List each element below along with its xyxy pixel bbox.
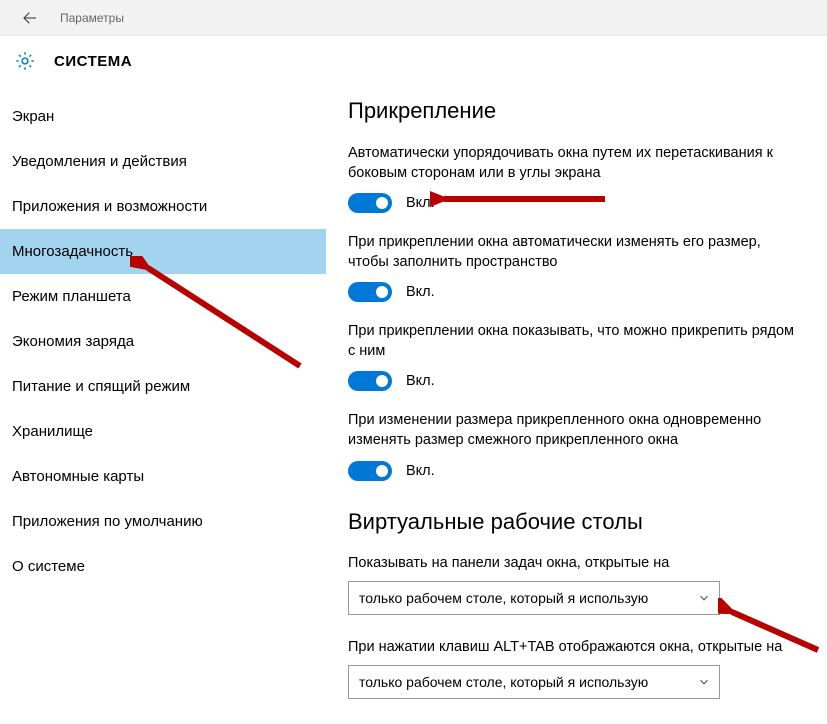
dropdown-taskbar-windows: Показывать на панели задач окна, открыты… [348, 555, 803, 615]
setting-snap-arrange: Автоматически упорядочивать окна путем и… [348, 144, 803, 213]
toggle-state-label: Вкл. [406, 195, 435, 211]
toggle-state-label: Вкл. [406, 463, 435, 479]
sidebar-item-default-apps[interactable]: Приложения по умолчанию [0, 499, 326, 544]
setting-snap-resize: При прикреплении окна автоматически изме… [348, 233, 803, 302]
sidebar-item-notifications[interactable]: Уведомления и действия [0, 139, 326, 184]
toggle-snap-resize[interactable] [348, 282, 392, 302]
gear-icon [14, 50, 36, 72]
setting-text: При прикреплении окна автоматически изме… [348, 233, 803, 272]
toggle-snap-arrange[interactable] [348, 193, 392, 213]
setting-snap-adjacent: При изменении размера прикрепленного окн… [348, 411, 803, 480]
sidebar-item-label: Приложения и возможности [12, 198, 207, 215]
dropdown-label: Показывать на панели задач окна, открыты… [348, 555, 803, 571]
section-title-virtual-desktops: Виртуальные рабочие столы [348, 509, 803, 535]
sidebar-item-label: Режим планшета [12, 288, 131, 305]
sidebar-item-label: Приложения по умолчанию [12, 513, 203, 530]
toggle-state-label: Вкл. [406, 284, 435, 300]
setting-snap-suggest: При прикреплении окна показывать, что мо… [348, 322, 803, 391]
dropdown-alttab-select[interactable]: только рабочем столе, который я использу… [348, 665, 720, 699]
sidebar-item-storage[interactable]: Хранилище [0, 409, 326, 454]
dropdown-alttab-windows: При нажатии клавиш ALT+TAB отображаются … [348, 639, 803, 699]
sidebar-item-display[interactable]: Экран [0, 94, 326, 139]
sidebar-item-offline-maps[interactable]: Автономные карты [0, 454, 326, 499]
sidebar-item-battery-saver[interactable]: Экономия заряда [0, 319, 326, 364]
sidebar-item-power-sleep[interactable]: Питание и спящий режим [0, 364, 326, 409]
content-pane: Прикрепление Автоматически упорядочивать… [326, 90, 827, 718]
dropdown-value: только рабочем столе, который я использу… [359, 590, 648, 606]
page-heading-bar: СИСТЕМА [0, 36, 827, 90]
sidebar-item-label: Уведомления и действия [12, 153, 187, 170]
sidebar-item-label: Питание и спящий режим [12, 378, 190, 395]
chevron-down-icon [697, 675, 711, 689]
toggle-snap-adjacent[interactable] [348, 461, 392, 481]
window-header: Параметры [0, 0, 827, 36]
dropdown-label: При нажатии клавиш ALT+TAB отображаются … [348, 639, 803, 655]
back-button[interactable] [18, 6, 42, 30]
sidebar-item-multitasking[interactable]: Многозадачность [0, 229, 326, 274]
sidebar-item-label: О системе [12, 558, 85, 575]
setting-text: Автоматически упорядочивать окна путем и… [348, 144, 803, 183]
page-title: СИСТЕМА [54, 53, 132, 70]
window-title: Параметры [60, 11, 124, 25]
sidebar-item-tablet-mode[interactable]: Режим планшета [0, 274, 326, 319]
sidebar-item-label: Экономия заряда [12, 333, 134, 350]
dropdown-taskbar-select[interactable]: только рабочем столе, который я использу… [348, 581, 720, 615]
section-title-snap: Прикрепление [348, 98, 803, 124]
dropdown-value: только рабочем столе, который я использу… [359, 674, 648, 690]
sidebar-item-label: Многозадачность [12, 243, 133, 260]
sidebar-item-label: Хранилище [12, 423, 93, 440]
setting-text: При изменении размера прикрепленного окн… [348, 411, 803, 450]
setting-text: При прикреплении окна показывать, что мо… [348, 322, 803, 361]
toggle-snap-suggest[interactable] [348, 371, 392, 391]
back-arrow-icon [21, 9, 39, 27]
chevron-down-icon [697, 591, 711, 605]
toggle-state-label: Вкл. [406, 373, 435, 389]
sidebar: Экран Уведомления и действия Приложения … [0, 90, 326, 718]
sidebar-item-about[interactable]: О системе [0, 544, 326, 589]
sidebar-item-apps[interactable]: Приложения и возможности [0, 184, 326, 229]
sidebar-item-label: Экран [12, 108, 54, 125]
sidebar-item-label: Автономные карты [12, 468, 144, 485]
